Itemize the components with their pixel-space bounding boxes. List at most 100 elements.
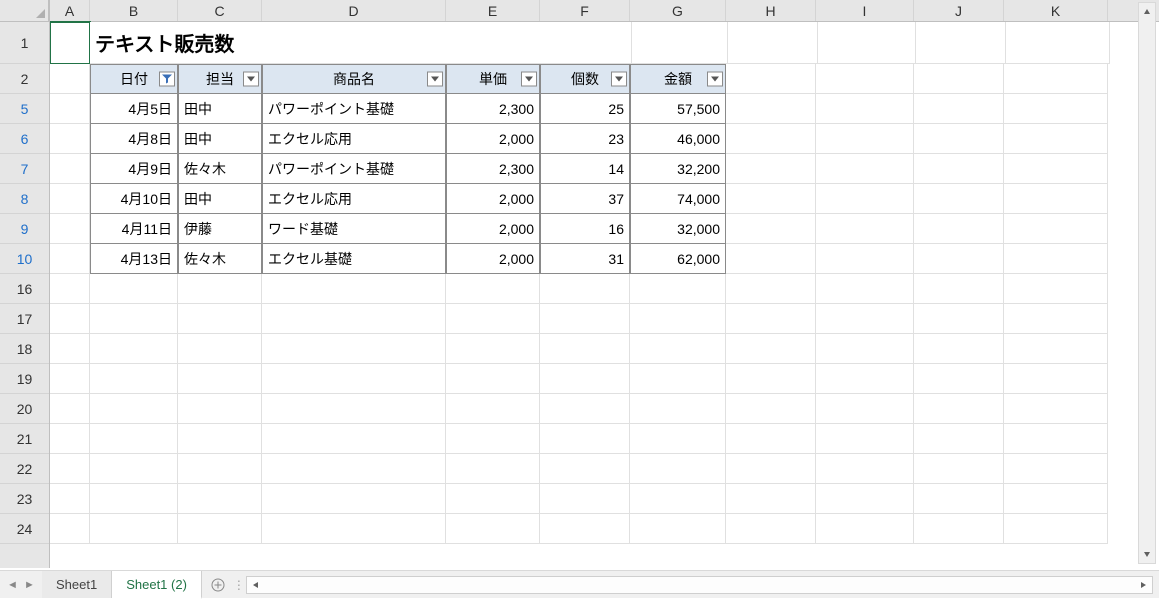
table-cell-unit_price[interactable]: 2,300	[446, 154, 540, 184]
cell[interactable]	[816, 514, 914, 544]
table-cell-qty[interactable]: 23	[540, 124, 630, 154]
column-header-D[interactable]: D	[262, 0, 446, 21]
cell[interactable]	[446, 274, 540, 304]
table-cell-person[interactable]: 伊藤	[178, 214, 262, 244]
cell[interactable]	[540, 454, 630, 484]
row-header-9[interactable]: 9	[0, 214, 49, 244]
cell[interactable]	[50, 484, 90, 514]
table-cell-unit_price[interactable]: 2,000	[446, 244, 540, 274]
cell[interactable]	[726, 154, 816, 184]
cell[interactable]	[726, 334, 816, 364]
cell[interactable]	[816, 94, 914, 124]
row-header-18[interactable]: 18	[0, 334, 49, 364]
cell[interactable]	[540, 394, 630, 424]
cell[interactable]	[178, 454, 262, 484]
cell[interactable]	[50, 94, 90, 124]
cell[interactable]	[50, 64, 90, 94]
cell[interactable]	[262, 514, 446, 544]
cell[interactable]	[178, 364, 262, 394]
row-header-20[interactable]: 20	[0, 394, 49, 424]
row-header-19[interactable]: 19	[0, 364, 49, 394]
filter-dropdown-icon[interactable]	[707, 72, 723, 87]
cell[interactable]	[90, 334, 178, 364]
row-header-21[interactable]: 21	[0, 424, 49, 454]
cell[interactable]	[914, 454, 1004, 484]
scroll-up-arrow-icon[interactable]	[1139, 3, 1155, 21]
filter-dropdown-icon[interactable]	[611, 72, 627, 87]
cell-A1[interactable]	[50, 22, 90, 64]
cell[interactable]	[262, 274, 446, 304]
cell[interactable]	[178, 514, 262, 544]
cell[interactable]	[1004, 484, 1108, 514]
cell[interactable]	[914, 274, 1004, 304]
row-header-22[interactable]: 22	[0, 454, 49, 484]
cell[interactable]	[50, 424, 90, 454]
cell[interactable]	[914, 124, 1004, 154]
cell[interactable]	[816, 214, 914, 244]
column-header-B[interactable]: B	[90, 0, 178, 21]
cell[interactable]	[178, 304, 262, 334]
table-cell-person[interactable]: 佐々木	[178, 244, 262, 274]
cell[interactable]	[728, 22, 818, 64]
table-cell-amount[interactable]: 62,000	[630, 244, 726, 274]
cell[interactable]	[726, 244, 816, 274]
column-header-H[interactable]: H	[726, 0, 816, 21]
title-cell[interactable]: テキスト販売数	[90, 22, 542, 64]
cell[interactable]	[50, 334, 90, 364]
cell[interactable]	[540, 364, 630, 394]
cell[interactable]	[540, 274, 630, 304]
cell-grid[interactable]: テキスト販売数日付担当商品名単価個数金額4月5日田中パワーポイント基礎2,300…	[50, 22, 1159, 544]
sheet-tab[interactable]: Sheet1 (2)	[112, 571, 202, 599]
table-cell-person[interactable]: 佐々木	[178, 154, 262, 184]
cell[interactable]	[726, 64, 816, 94]
table-cell-unit_price[interactable]: 2,000	[446, 124, 540, 154]
cell[interactable]	[816, 154, 914, 184]
cell[interactable]	[816, 184, 914, 214]
cell[interactable]	[726, 484, 816, 514]
cell[interactable]	[630, 454, 726, 484]
cell[interactable]	[178, 484, 262, 514]
table-cell-person[interactable]: 田中	[178, 94, 262, 124]
table-cell-date[interactable]: 4月9日	[90, 154, 178, 184]
cell[interactable]	[914, 184, 1004, 214]
row-header-7[interactable]: 7	[0, 154, 49, 184]
cell[interactable]	[446, 454, 540, 484]
cell[interactable]	[726, 454, 816, 484]
cell[interactable]	[630, 274, 726, 304]
cell[interactable]	[178, 274, 262, 304]
cell[interactable]	[1004, 334, 1108, 364]
cell[interactable]	[816, 304, 914, 334]
cell[interactable]	[262, 484, 446, 514]
cell[interactable]	[262, 454, 446, 484]
cell[interactable]	[726, 274, 816, 304]
cell[interactable]	[816, 244, 914, 274]
cell[interactable]	[262, 304, 446, 334]
cell[interactable]	[90, 484, 178, 514]
cell[interactable]	[914, 244, 1004, 274]
cell[interactable]	[540, 514, 630, 544]
table-cell-product[interactable]: エクセル基礎	[262, 244, 446, 274]
cell[interactable]	[726, 514, 816, 544]
cell[interactable]	[446, 484, 540, 514]
tab-split-handle[interactable]: ⋮	[236, 575, 242, 595]
table-cell-unit_price[interactable]: 2,000	[446, 184, 540, 214]
cell[interactable]	[816, 64, 914, 94]
table-header-person[interactable]: 担当	[178, 64, 262, 94]
cell[interactable]	[542, 22, 632, 64]
cell[interactable]	[178, 424, 262, 454]
table-cell-amount[interactable]: 57,500	[630, 94, 726, 124]
table-header-unit_price[interactable]: 単価	[446, 64, 540, 94]
row-header-16[interactable]: 16	[0, 274, 49, 304]
scroll-right-arrow-icon[interactable]	[1134, 577, 1152, 593]
cell[interactable]	[540, 304, 630, 334]
column-header-I[interactable]: I	[816, 0, 914, 21]
cell[interactable]	[816, 454, 914, 484]
cell[interactable]	[726, 364, 816, 394]
cell[interactable]	[630, 514, 726, 544]
table-cell-person[interactable]: 田中	[178, 184, 262, 214]
horizontal-scrollbar[interactable]	[246, 576, 1153, 594]
cell[interactable]	[540, 424, 630, 454]
row-header-1[interactable]: 1	[0, 22, 49, 64]
cell[interactable]	[1004, 274, 1108, 304]
cell[interactable]	[818, 22, 916, 64]
